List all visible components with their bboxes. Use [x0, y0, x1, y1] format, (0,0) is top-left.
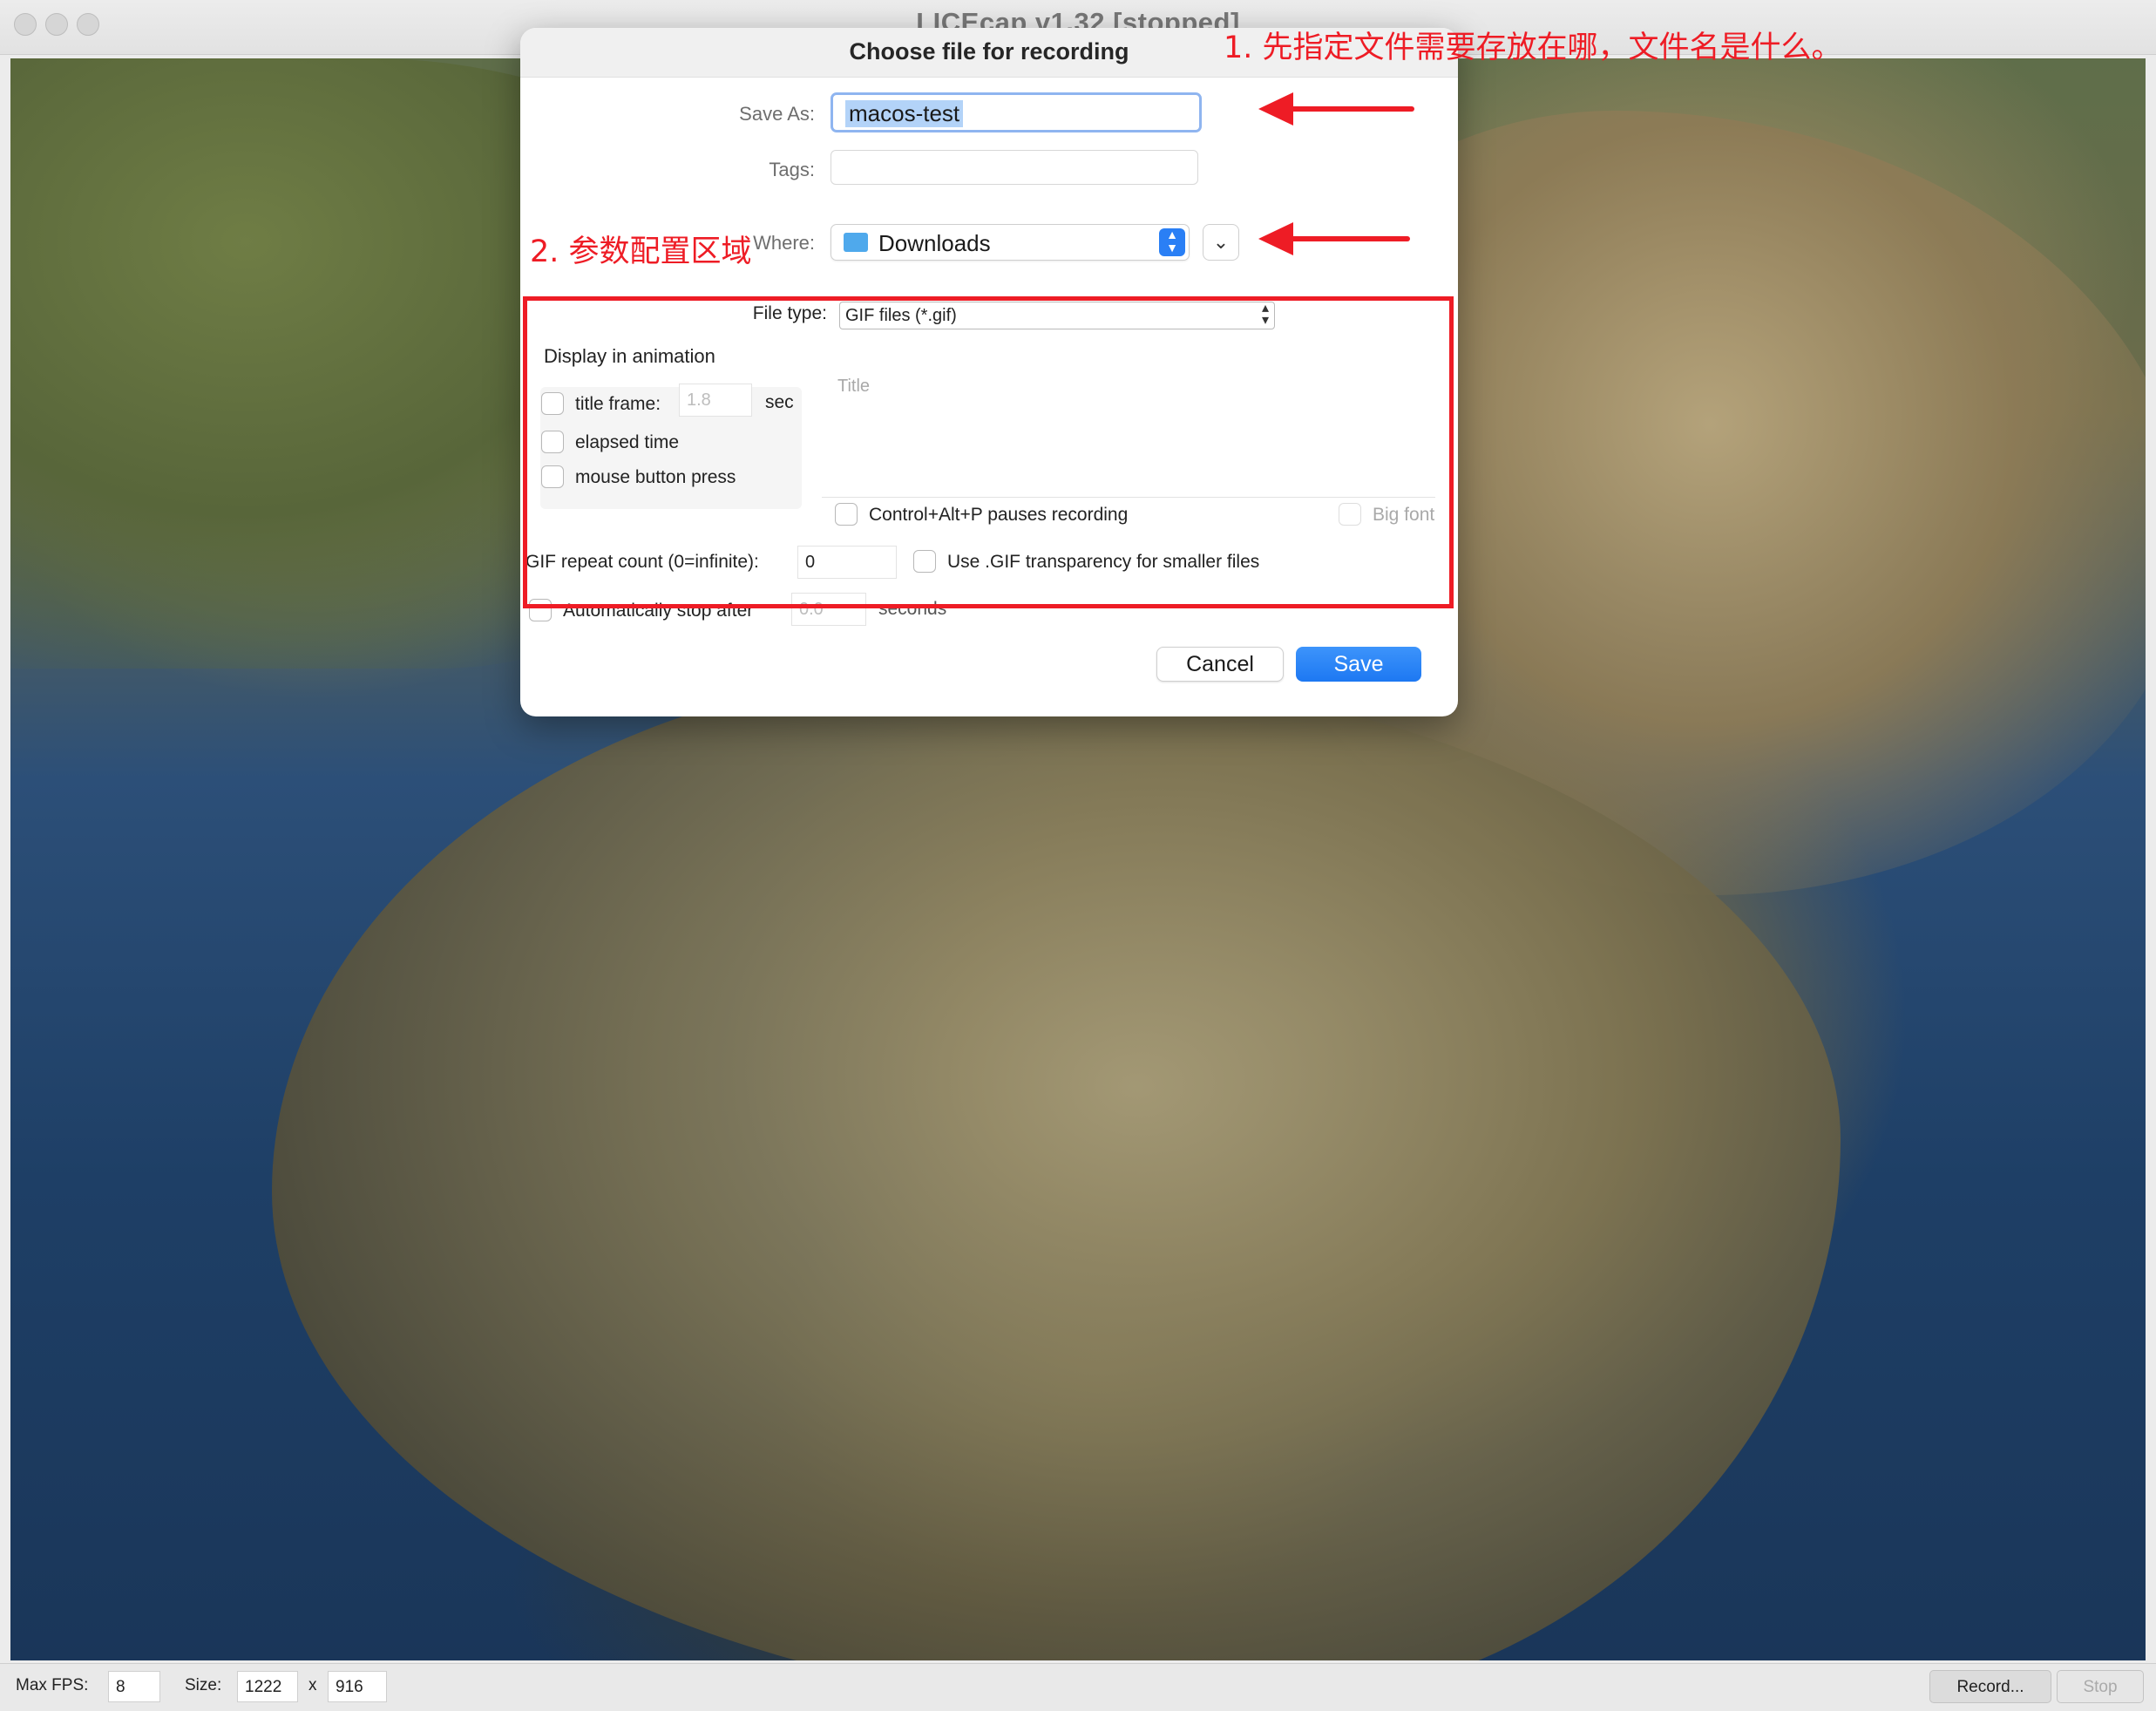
cancel-button[interactable]: Cancel	[1156, 647, 1284, 682]
chevron-updown-icon: ▲ ▼	[1159, 228, 1185, 256]
size-label: Size:	[185, 1676, 222, 1694]
where-value: Downloads	[878, 230, 991, 256]
save-button[interactable]: Save	[1296, 647, 1421, 682]
save-as-input[interactable]: macos-test	[831, 92, 1202, 132]
annotation-note-2: 2. 参数配置区域	[530, 234, 752, 269]
size-separator: x	[308, 1676, 317, 1694]
expand-browser-button[interactable]: ⌄	[1203, 224, 1239, 261]
config-area-highlight	[523, 296, 1454, 608]
chevron-down-icon: ⌄	[1212, 231, 1230, 253]
max-fps-field[interactable]: 8	[108, 1671, 160, 1702]
max-fps-label: Max FPS:	[16, 1676, 89, 1694]
arrow-left-icon	[1258, 222, 1410, 255]
width-field[interactable]: 1222	[237, 1671, 298, 1702]
stop-button[interactable]: Stop	[2057, 1670, 2144, 1703]
annotation-note-1: 1. 先指定文件需要存放在哪，文件名是什么。	[1224, 31, 1842, 65]
save-as-label: Save As:	[739, 103, 815, 125]
save-as-value: macos-test	[845, 100, 964, 127]
tags-label: Tags:	[769, 159, 815, 180]
folder-icon	[844, 233, 868, 252]
height-field[interactable]: 916	[328, 1671, 387, 1702]
record-button[interactable]: Record...	[1929, 1670, 2051, 1703]
background-island	[272, 669, 1841, 1660]
tags-input[interactable]	[831, 150, 1198, 185]
status-bar: Max FPS: 8 Size: 1222 x 916 Record... St…	[0, 1663, 2156, 1711]
where-popup-button[interactable]: Downloads ▲ ▼	[831, 224, 1190, 261]
arrow-left-icon	[1258, 92, 1414, 126]
